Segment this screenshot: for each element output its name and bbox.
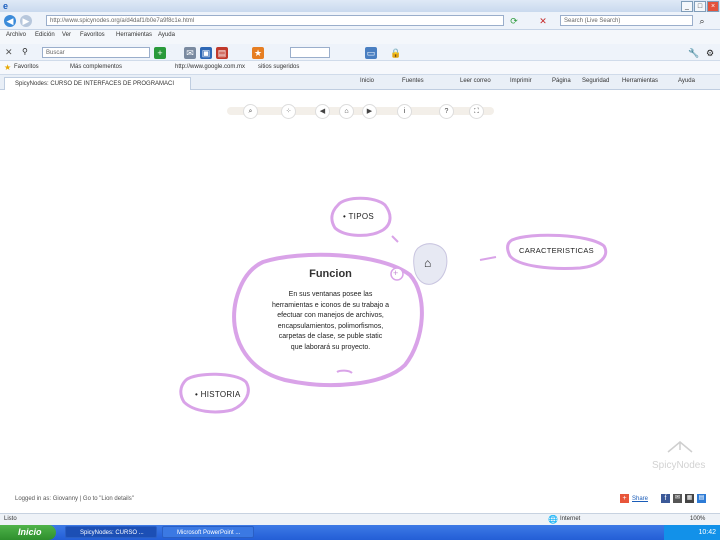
share-icon[interactable]: + <box>620 494 629 503</box>
taskbar-item-powerpoint[interactable]: Microsoft PowerPoint ... <box>162 526 254 538</box>
funcion-line-6: que laborará su proyecto. <box>290 343 371 351</box>
start-button[interactable]: Inicio <box>0 525 56 540</box>
status-bar: Listo 🌐 Internet 100% <box>0 513 720 525</box>
system-tray: 10:42 <box>664 525 720 540</box>
node-historia[interactable]: • HISTORIA <box>195 390 241 399</box>
taskbar: Inicio SpicyNodes: CURSO ... Microsoft P… <box>0 525 720 540</box>
funcion-line-4: encapsulamientos, polimorfismos, <box>277 322 384 330</box>
zoom-text[interactable]: 100% <box>690 516 705 522</box>
link-tipos-home <box>391 235 399 243</box>
funcion-line-5: carpetas de clase, se puble static <box>278 333 383 340</box>
bookmark-icon[interactable]: ▤ <box>697 494 706 503</box>
logo-mark <box>667 441 693 453</box>
spicynodes-logo: SpicyNodes <box>652 460 706 471</box>
share-link[interactable]: Share <box>632 496 648 502</box>
globe-icon: 🌐 <box>548 515 558 524</box>
node-tipos[interactable]: • TIPOS <box>343 212 374 221</box>
clock: 10:42 <box>698 529 716 536</box>
taskbar-item-browser-label: SpicyNodes: CURSO ... <box>80 530 144 536</box>
funcion-line-1: En sus ventanas posee las <box>288 291 373 298</box>
zone-text: Internet <box>560 516 581 522</box>
taskbar-item-browser[interactable]: SpicyNodes: CURSO ... <box>65 526 157 538</box>
funcion-line-3: efectuar con manejos de archivos, <box>277 312 384 319</box>
start-label: Inicio <box>18 527 42 537</box>
email-share-icon[interactable]: ✉ <box>673 494 682 503</box>
link-home-caracteristicas <box>479 256 497 261</box>
collapse-chevron <box>336 369 353 374</box>
funcion-title: Funcion <box>309 268 352 280</box>
facebook-icon[interactable]: f <box>661 494 670 503</box>
status-text: Listo <box>4 516 17 522</box>
node-caracteristicas[interactable]: CARACTERISTICAS <box>519 246 594 255</box>
logged-in-text[interactable]: Logged in as: Giovanny | Go to "Lion det… <box>15 496 134 502</box>
funcion-line-2: herramientas e iconos de su trabajo a <box>271 301 390 309</box>
funcion-node[interactable]: Funcion En sus ventanas posee las herram… <box>258 268 403 353</box>
taskbar-item-powerpoint-label: Microsoft PowerPoint ... <box>177 530 241 536</box>
home-icon[interactable]: ⌂ <box>424 256 431 270</box>
delicious-icon[interactable]: ▦ <box>685 494 694 503</box>
